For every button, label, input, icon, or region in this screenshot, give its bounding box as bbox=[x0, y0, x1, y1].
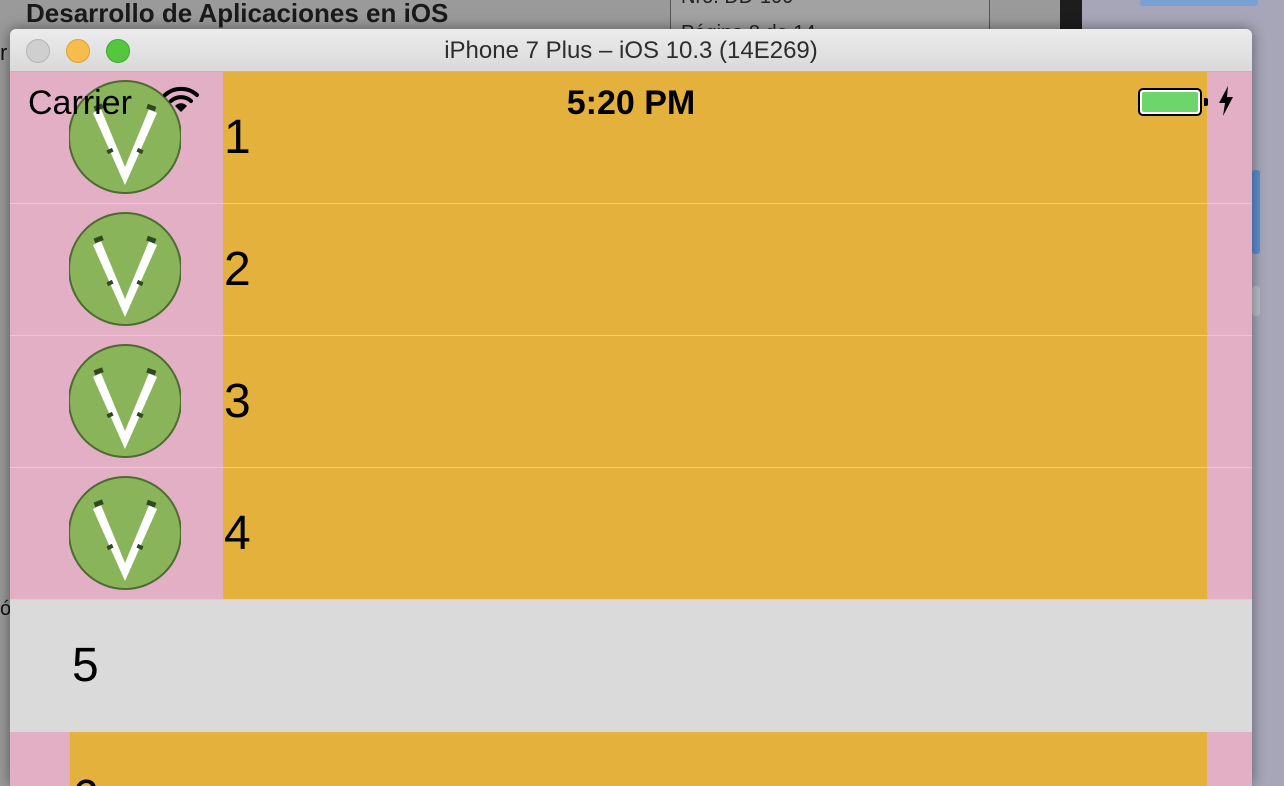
background-left-text: r bbox=[0, 40, 8, 65]
battery-level bbox=[1142, 92, 1198, 112]
background-document-line: Nro. DD-100 bbox=[681, 0, 793, 9]
table-row-selected[interactable]: 5 bbox=[10, 600, 1252, 732]
v-logo-icon bbox=[69, 339, 181, 463]
cell-content bbox=[223, 336, 1207, 467]
status-bar: Carrier 5:20 PM bbox=[10, 72, 1252, 136]
cell-content bbox=[223, 204, 1207, 335]
v-logo-icon bbox=[69, 471, 181, 595]
charging-bolt-icon bbox=[1218, 86, 1234, 121]
row-label: 4 bbox=[224, 507, 251, 560]
battery-icon bbox=[1138, 88, 1202, 116]
background-right-button[interactable] bbox=[1252, 170, 1260, 254]
table-row[interactable]: 4 bbox=[10, 468, 1252, 600]
row-label: 5 bbox=[72, 639, 99, 692]
window-title: iPhone 7 Plus – iOS 10.3 (14E269) bbox=[444, 37, 818, 64]
row-label: 6 bbox=[72, 770, 99, 786]
table-row[interactable]: 2 bbox=[10, 204, 1252, 336]
cell-content bbox=[223, 468, 1207, 599]
status-time: 5:20 PM bbox=[566, 84, 696, 122]
background-right-button[interactable] bbox=[1252, 286, 1260, 316]
row-label: 3 bbox=[224, 375, 251, 428]
background-right-tab[interactable] bbox=[1140, 0, 1258, 6]
background-document-title: Desarrollo de Aplicaciones en iOS bbox=[26, 0, 449, 28]
window-titlebar[interactable]: iPhone 7 Plus – iOS 10.3 (14E269) bbox=[10, 29, 1252, 72]
table-row[interactable]: 3 bbox=[10, 336, 1252, 468]
battery-tip bbox=[1204, 98, 1208, 106]
row-label: 2 bbox=[224, 243, 251, 296]
v-logo-icon bbox=[69, 207, 181, 331]
device-screen: 1 2 3 4 5 6 Car bbox=[10, 72, 1252, 786]
simulator-window: iPhone 7 Plus – iOS 10.3 (14E269) 1 2 3 … bbox=[10, 29, 1252, 786]
cell-content: 6 bbox=[70, 732, 1207, 786]
table-row[interactable]: 6 bbox=[10, 732, 1252, 786]
